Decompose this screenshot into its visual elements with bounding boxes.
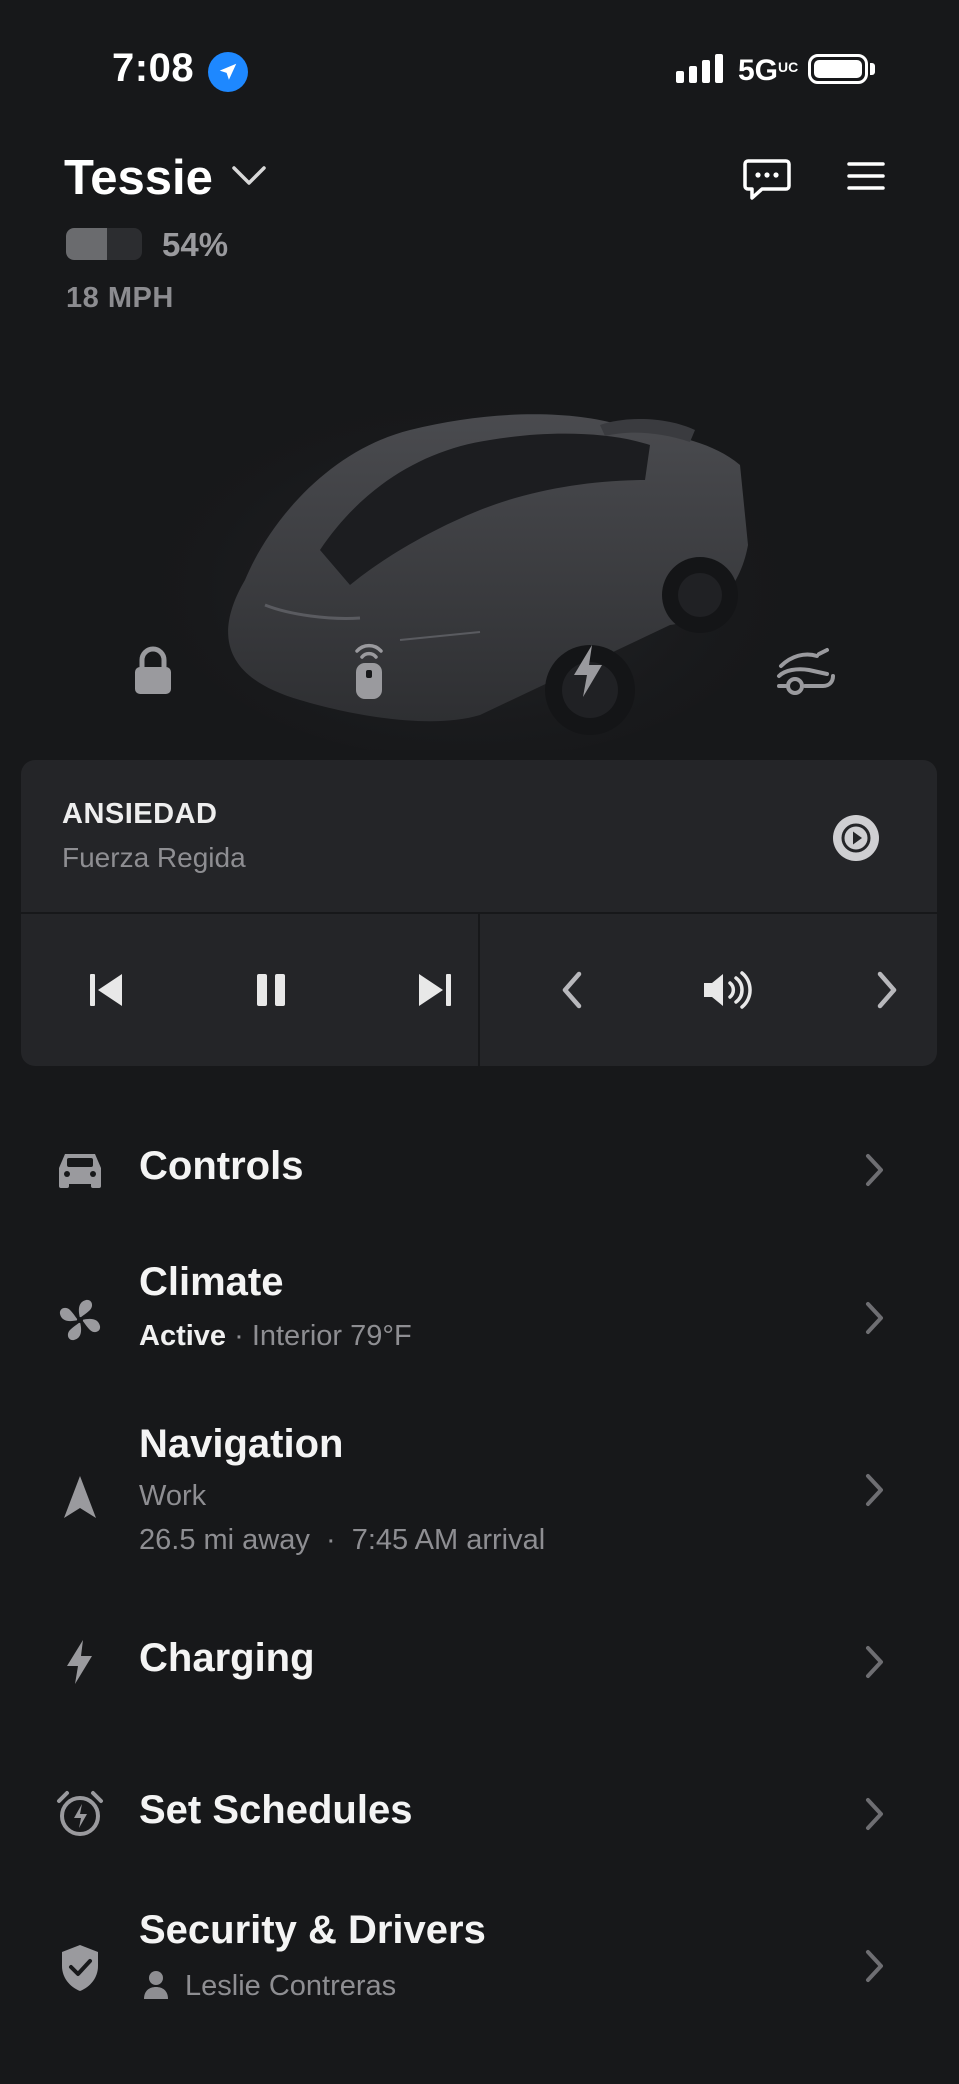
track-title: ANSIEDAD xyxy=(62,798,218,830)
pause-icon[interactable] xyxy=(231,950,311,1030)
fan-icon xyxy=(52,1292,108,1348)
row-title: Navigation xyxy=(139,1422,344,1466)
skip-next-icon[interactable] xyxy=(395,950,475,1030)
row-title: Climate xyxy=(139,1260,284,1304)
track-artist: Fuerza Regida xyxy=(62,842,246,873)
skip-previous-icon[interactable] xyxy=(66,950,146,1030)
chevron-right-icon xyxy=(862,1300,886,1341)
location-arrow-icon xyxy=(208,52,248,92)
status-time: 7:08 xyxy=(112,46,195,90)
cellular-signal-icon xyxy=(676,54,723,83)
nav-destination: Work xyxy=(139,1480,207,1512)
chevron-right-icon xyxy=(862,1644,886,1685)
alarm-clock-icon xyxy=(52,1786,108,1842)
battery-percent: 54% xyxy=(162,226,229,263)
play-circle-icon[interactable] xyxy=(833,815,879,861)
menu-row-navigation[interactable]: Navigation Work 26.5 mi away · 7:45 AM a… xyxy=(0,1412,959,1572)
media-divider-vertical xyxy=(478,914,480,1066)
vehicle-name[interactable]: Tessie xyxy=(64,150,213,206)
volume-left-icon[interactable] xyxy=(532,950,612,1030)
menu-row-controls[interactable]: Controls xyxy=(0,1130,959,1210)
media-player-card[interactable]: ANSIEDAD Fuerza Regida xyxy=(21,760,937,1066)
menu-row-charging[interactable]: Charging xyxy=(0,1622,959,1702)
shield-check-icon xyxy=(52,1940,108,1996)
chevron-right-icon xyxy=(862,1796,886,1837)
car-icon xyxy=(52,1142,108,1198)
chevron-down-icon[interactable] xyxy=(230,164,268,193)
battery-nub xyxy=(870,63,875,75)
chevron-right-icon xyxy=(862,1948,886,1989)
nav-eta: 26.5 mi away · 7:45 AM arrival xyxy=(139,1524,546,1556)
person-icon xyxy=(142,1970,170,2005)
vehicle-image xyxy=(150,370,790,760)
chevron-right-icon xyxy=(862,1472,886,1513)
climate-status: Active · Interior 79°F xyxy=(139,1320,412,1352)
row-title: Charging xyxy=(139,1636,315,1680)
menu-row-schedules[interactable]: Set Schedules xyxy=(0,1774,959,1854)
vehicle-battery-bar xyxy=(66,228,142,260)
menu-row-climate[interactable]: Climate Active · Interior 79°F xyxy=(0,1252,959,1372)
key-fob-icon[interactable] xyxy=(334,636,404,706)
phone-battery-icon xyxy=(808,54,868,84)
bolt-icon xyxy=(52,1634,108,1690)
frunk-icon[interactable] xyxy=(772,636,842,706)
bolt-icon[interactable] xyxy=(553,636,623,706)
driver-name: Leslie Contreras xyxy=(185,1970,397,2002)
message-icon[interactable] xyxy=(742,158,792,207)
volume-icon[interactable] xyxy=(688,950,768,1030)
vehicle-speed: 18 MPH xyxy=(66,282,174,314)
row-title: Controls xyxy=(139,1144,304,1188)
volume-right-icon[interactable] xyxy=(847,950,927,1030)
network-type: 5GUC xyxy=(738,54,799,87)
chevron-right-icon xyxy=(862,1152,886,1193)
row-title: Set Schedules xyxy=(139,1788,413,1832)
row-title: Security & Drivers xyxy=(139,1908,486,1952)
lock-icon[interactable] xyxy=(118,636,188,706)
navigation-arrow-icon xyxy=(52,1470,108,1526)
hamburger-menu-icon[interactable] xyxy=(846,160,886,197)
menu-row-security[interactable]: Security & Drivers Leslie Contreras xyxy=(0,1900,959,2020)
